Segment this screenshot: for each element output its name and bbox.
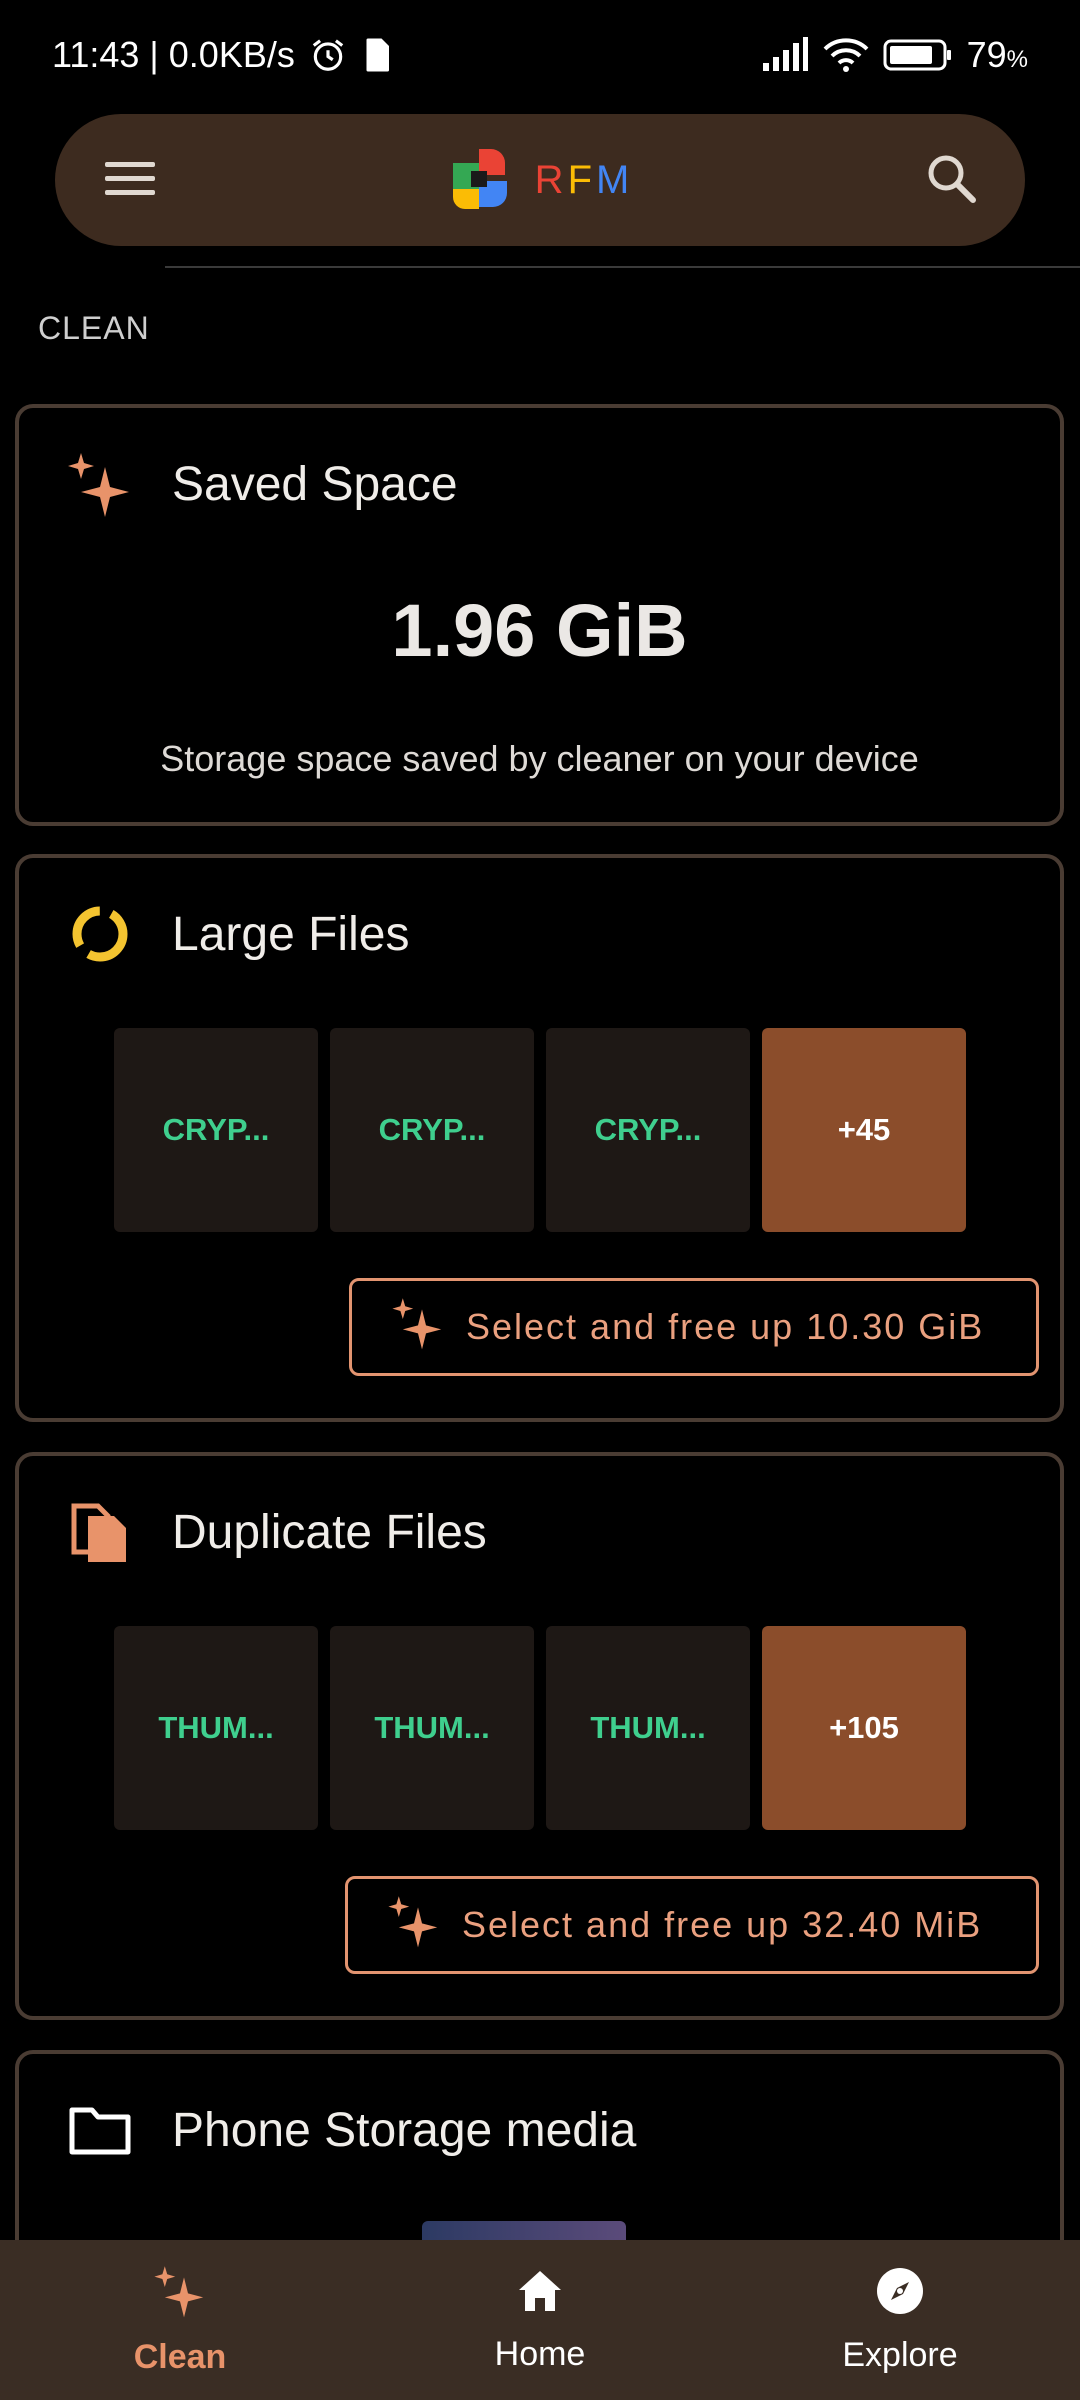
app-name: RFM bbox=[535, 158, 634, 203]
saved-space-title: Saved Space bbox=[172, 457, 458, 511]
search-icon[interactable] bbox=[925, 152, 977, 209]
free-up-duplicates-button[interactable]: Select and free up 32.40 MiB bbox=[345, 1876, 1039, 1974]
app-name-f: F bbox=[567, 157, 596, 202]
battery-icon bbox=[883, 38, 953, 72]
signal-icon bbox=[761, 37, 809, 73]
sim-card-icon bbox=[361, 37, 393, 73]
sparkle-icon bbox=[390, 1295, 446, 1360]
nav-home-label: Home bbox=[494, 2335, 586, 2373]
large-files-title: Large Files bbox=[172, 907, 410, 961]
free-up-label: Select and free up 32.40 MiB bbox=[462, 1904, 983, 1945]
nav-clean[interactable]: Clean bbox=[0, 2240, 360, 2400]
divider bbox=[165, 266, 1080, 268]
duplicate-files-title: Duplicate Files bbox=[172, 1505, 487, 1559]
duplicate-file-icon bbox=[64, 1496, 136, 1568]
free-up-label: Select and free up 10.30 GiB bbox=[466, 1306, 985, 1347]
top-app-bar: RFM bbox=[55, 114, 1025, 246]
nav-explore[interactable]: Explore bbox=[720, 2240, 1080, 2400]
nav-home[interactable]: Home bbox=[360, 2240, 720, 2400]
sparkle-icon bbox=[64, 448, 136, 520]
file-tile[interactable]: CRYP... bbox=[546, 1028, 750, 1232]
app-logo-icon bbox=[451, 145, 509, 216]
saved-space-header: Saved Space bbox=[64, 448, 458, 520]
more-files-tile[interactable]: +45 bbox=[762, 1028, 966, 1232]
file-tile[interactable]: THUM... bbox=[330, 1626, 534, 1830]
status-time-speed: 11:43 | 0.0KB/s bbox=[52, 34, 295, 75]
file-tile[interactable]: THUM... bbox=[114, 1626, 318, 1830]
folder-icon bbox=[64, 2094, 136, 2166]
battery-level: 79% bbox=[967, 34, 1028, 76]
duplicate-files-tiles: THUM... THUM... THUM... +105 bbox=[114, 1626, 966, 1830]
large-files-header: Large Files bbox=[64, 898, 409, 970]
status-left: 11:43 | 0.0KB/s bbox=[52, 34, 393, 76]
nav-explore-label: Explore bbox=[842, 2336, 958, 2374]
more-files-tile[interactable]: +105 bbox=[762, 1626, 966, 1830]
media-thumbnail[interactable] bbox=[422, 2221, 626, 2241]
loading-ring-icon bbox=[64, 898, 136, 970]
duplicate-files-header: Duplicate Files bbox=[64, 1496, 487, 1568]
app-name-r: R bbox=[534, 157, 568, 202]
battery-unit: % bbox=[1006, 46, 1028, 73]
sparkle-icon bbox=[152, 2263, 208, 2328]
saved-space-value: 1.96 GiB bbox=[391, 589, 688, 672]
large-files-card[interactable]: Large Files CRYP... CRYP... CRYP... +45 … bbox=[15, 854, 1064, 1422]
status-bar: 11:43 | 0.0KB/s 79% bbox=[0, 0, 1080, 110]
alarm-icon bbox=[309, 36, 347, 74]
app-brand: RFM bbox=[451, 145, 634, 216]
saved-space-description: Storage space saved by cleaner on your d… bbox=[160, 738, 919, 779]
phone-storage-header: Phone Storage media bbox=[64, 2094, 636, 2166]
large-files-tiles: CRYP... CRYP... CRYP... +45 bbox=[114, 1028, 966, 1232]
app-name-m: M bbox=[596, 157, 634, 202]
file-tile[interactable]: THUM... bbox=[546, 1626, 750, 1830]
status-right: 79% bbox=[761, 34, 1028, 76]
free-up-large-files-button[interactable]: Select and free up 10.30 GiB bbox=[349, 1278, 1039, 1376]
battery-percent: 79 bbox=[966, 34, 1007, 75]
duplicate-files-card[interactable]: Duplicate Files THUM... THUM... THUM... … bbox=[15, 1452, 1064, 2020]
nav-clean-label: Clean bbox=[133, 2338, 227, 2376]
menu-icon[interactable] bbox=[103, 158, 159, 203]
home-icon bbox=[515, 2266, 565, 2325]
sparkle-icon bbox=[386, 1893, 442, 1958]
file-tile[interactable]: CRYP... bbox=[114, 1028, 318, 1232]
file-tile[interactable]: CRYP... bbox=[330, 1028, 534, 1232]
compass-icon bbox=[874, 2265, 926, 2326]
saved-space-card: Saved Space 1.96 GiB Storage space saved… bbox=[15, 404, 1064, 826]
bottom-navigation: Clean Home Explore bbox=[0, 2240, 1080, 2400]
section-label: CLEAN bbox=[38, 310, 150, 346]
phone-storage-title: Phone Storage media bbox=[172, 2103, 637, 2157]
wifi-icon bbox=[823, 37, 869, 73]
